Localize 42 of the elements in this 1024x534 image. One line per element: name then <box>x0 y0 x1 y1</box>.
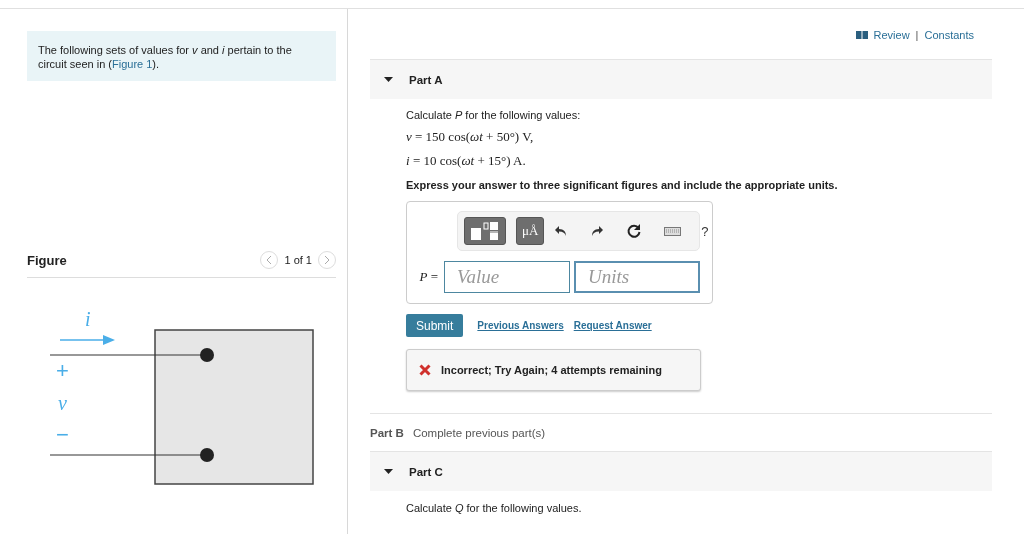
undo-icon[interactable] <box>554 225 569 237</box>
terminal-dot <box>200 448 214 462</box>
previous-answers-link[interactable]: Previous Answers <box>477 320 564 331</box>
part-status: Complete previous part(s) <box>412 427 546 439</box>
feedback-text: Incorrect; Try Again; 4 attempts remaining <box>441 364 662 376</box>
keyboard-icon[interactable] <box>664 226 682 236</box>
submit-button[interactable]: Submit <box>406 314 464 337</box>
current-label: i <box>85 308 91 330</box>
page-counter: 1 of 1 <box>284 254 312 266</box>
value-field[interactable]: Value <box>444 261 570 293</box>
collapse-icon[interactable] <box>384 467 393 476</box>
voltage-label: v <box>58 392 67 414</box>
minus-sign: − <box>56 422 69 447</box>
redo-icon[interactable] <box>590 225 605 237</box>
intro-text: The following sets of values for v and i pertain to the circuit seen in (Figure 1). <box>27 31 336 81</box>
chevron-right-icon <box>324 256 330 264</box>
request-answer-link[interactable]: Request Answer <box>573 320 652 331</box>
reset-icon[interactable] <box>626 223 643 239</box>
equation: v = 150 cos(ωt + 50°) V, <box>406 129 535 145</box>
figure-link[interactable]: Figure 1 <box>112 58 153 70</box>
link-separator: | <box>915 29 919 41</box>
book-icon <box>855 31 868 39</box>
question-text: Calculate P for the following values: <box>406 109 582 121</box>
current-arrow <box>59 335 115 345</box>
terminal-dot <box>200 348 214 362</box>
units-button[interactable]: μÅ <box>516 217 545 245</box>
part-title: Part B <box>370 427 404 439</box>
templates-button[interactable] <box>464 217 506 245</box>
plus-sign: + <box>56 358 69 383</box>
answer-label: P = <box>419 269 438 285</box>
figure-title: Figure <box>27 252 68 268</box>
part-title: Part A <box>409 73 443 86</box>
chevron-left-icon <box>266 256 273 264</box>
collapse-icon[interactable] <box>384 75 393 84</box>
review-link[interactable]: Review <box>873 29 910 41</box>
instruction-text: Express your answer to three significant figures and include the appropriate units. <box>406 179 839 191</box>
part-title: Part C <box>409 465 443 478</box>
constants-link[interactable]: Constants <box>924 29 974 41</box>
question-text: Calculate Q for the following values. <box>406 502 583 514</box>
equation: i = 10 cos(ωt + 15°) A. <box>406 153 527 169</box>
units-field[interactable]: Units <box>574 261 700 293</box>
help-button[interactable]: ? <box>701 223 709 239</box>
